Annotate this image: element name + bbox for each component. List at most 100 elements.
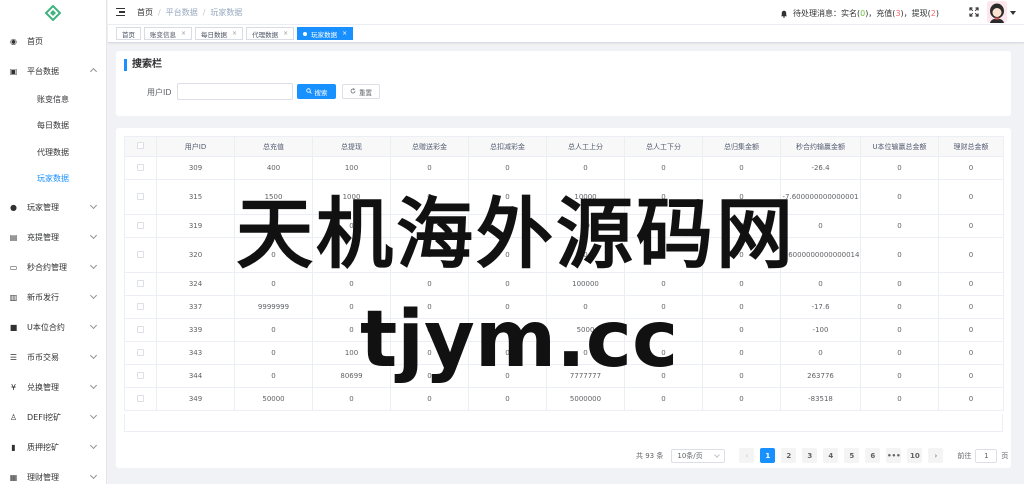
column-header: 理财总金额 [938, 136, 1004, 157]
table-cell: 263776 [780, 364, 861, 388]
sidebar-subitem-1[interactable]: 每日数据 [0, 113, 106, 140]
page-button[interactable]: 1 [760, 448, 776, 463]
sidebar-item-10[interactable]: ▮ 质押挖矿 [0, 432, 106, 462]
sidebar-item-7[interactable]: ☰ 币币交易 [0, 342, 106, 372]
pagination-total: 共 93 条 [636, 451, 664, 460]
sidebar-item-5[interactable]: ▥ 新币发行 [0, 282, 106, 312]
close-icon[interactable]: × [283, 30, 288, 37]
tag-label: 代理数据 [252, 30, 279, 39]
page-button[interactable]: 5 [844, 448, 860, 463]
page-button[interactable]: 2 [781, 448, 797, 463]
table-cell: 0 [390, 387, 469, 411]
active-dot [303, 31, 308, 36]
table-cell: 0 [860, 295, 939, 319]
page-button[interactable]: 3 [802, 448, 818, 463]
page-button[interactable]: 6 [865, 448, 881, 463]
chevron-down-icon [89, 261, 98, 270]
table-row[interactable]: 309 400 100 0 0 0 0 0 -26.4 0 0 [124, 156, 1004, 180]
table-cell: -83518 [780, 387, 861, 411]
user-id-input[interactable] [177, 83, 293, 100]
wallet-icon: ▤ [9, 232, 18, 242]
table-cell: 0 [938, 237, 1004, 273]
column-header: 用户ID [156, 136, 235, 157]
sidebar-item-0[interactable]: ◉ 首页 [0, 26, 106, 56]
tag-4[interactable]: 玩家数据 × [297, 27, 354, 40]
table-row[interactable]: 349 50000 0 0 0 5000000 0 0 -83518 0 0 [124, 387, 1004, 411]
page-button[interactable]: 10 [907, 448, 923, 463]
table-cell: 0 [938, 318, 1004, 342]
table-cell: 0 [702, 156, 781, 180]
next-page-button[interactable]: › [928, 448, 944, 463]
row-checkbox[interactable] [137, 302, 144, 310]
chevron-down-icon [714, 451, 721, 458]
sidebar-item-9[interactable]: ♙ DEFI挖矿 [0, 402, 106, 432]
row-checkbox[interactable] [137, 192, 144, 200]
row-checkbox[interactable] [137, 371, 144, 379]
table-cell: 0 [624, 387, 703, 411]
reset-button[interactable]: 重置 [342, 84, 380, 99]
logo[interactable] [0, 0, 106, 26]
row-checkbox[interactable] [137, 394, 144, 402]
tag-2[interactable]: 每日数据 × [195, 27, 244, 40]
chevron-down-icon [89, 411, 98, 420]
sidebar-menu: ◉ 首页 ▣ 平台数据 账变信息 每日数据 代理数据 玩家数据 ● 玩家管理 ▤ 充提管理 ▭ 秒合约管理… [0, 26, 106, 484]
select-all-checkbox[interactable] [137, 142, 144, 149]
page-size-select[interactable]: 10条/页 [671, 448, 726, 463]
sidebar-item-2[interactable]: ● 玩家管理 [0, 192, 106, 222]
more-pages-button[interactable]: ••• [886, 448, 902, 463]
hamburger-icon[interactable] [116, 8, 125, 16]
close-icon[interactable]: × [181, 30, 186, 37]
goto-unit: 页 [1001, 451, 1009, 460]
table-cell: 315 [156, 179, 235, 215]
sidebar-item-3[interactable]: ▤ 充提管理 [0, 222, 106, 252]
sidebar-item-6[interactable]: ■ U本位合约 [0, 312, 106, 342]
table-cell: 0 [702, 318, 781, 342]
row-checkbox[interactable] [137, 250, 144, 258]
tag-1[interactable]: 账变信息 × [144, 27, 193, 40]
row-checkbox[interactable] [137, 279, 144, 287]
reset-button-label: 重置 [359, 88, 372, 97]
defi-icon: ♙ [9, 412, 18, 422]
table-cell: 0 [938, 341, 1004, 365]
table-cell: 0 [938, 272, 1004, 296]
tag-label: 每日数据 [201, 30, 228, 39]
watermark-url: tjym.cc [360, 295, 679, 385]
sidebar-item-1[interactable]: ▣ 平台数据 [0, 56, 106, 86]
row-checkbox[interactable] [137, 325, 144, 333]
table-cell: 0 [938, 214, 1004, 238]
notice-mid2: )，提现( [900, 9, 931, 18]
table-cell: 0 [780, 341, 861, 365]
table-cell: 0 [624, 156, 703, 180]
sidebar-item-8[interactable]: ¥ 兑换管理 [0, 372, 106, 402]
table-header-row: 用户ID 总充值 总提现 总赠送彩金 总扣减彩金 总人工上分 总人工下分 总归集金额 秒合约输赢… [124, 136, 1004, 157]
goto-page-input[interactable]: 1 [975, 448, 998, 463]
pagination: 共 93 条 10条/页 ‹ 1 2 3 4 5 6 ••• 10 › 前往 1 页 [636, 448, 1008, 463]
prev-page-button[interactable]: ‹ [739, 448, 755, 463]
sidebar-item-11[interactable]: ▦ 理财管理 [0, 462, 106, 484]
breadcrumb-item-home[interactable]: 首页 [137, 7, 153, 18]
row-checkbox[interactable] [137, 163, 144, 171]
sidebar-item-4[interactable]: ▭ 秒合约管理 [0, 252, 106, 282]
breadcrumb-item-platform: 平台数据 [165, 7, 198, 17]
sidebar-subitem-3[interactable]: 玩家数据 [0, 166, 106, 193]
page-button[interactable]: 4 [823, 448, 839, 463]
avatar[interactable] [987, 1, 1007, 23]
sidebar-subitem-2[interactable]: 代理数据 [0, 139, 106, 166]
sidebar-item-label: 玩家管理 [27, 202, 59, 212]
u-contract-icon: ■ [9, 322, 18, 332]
column-header: 总扣减彩金 [468, 136, 547, 157]
row-select-cell [124, 272, 157, 296]
row-select-cell [124, 237, 157, 273]
row-checkbox[interactable] [137, 221, 144, 229]
tag-3[interactable]: 代理数据 × [246, 27, 295, 40]
row-checkbox[interactable] [137, 348, 144, 356]
pending-notice[interactable]: 待处理消息：实名(0)，充值(3)，提现(2) [780, 8, 939, 19]
contract-icon: ▭ [9, 262, 18, 272]
close-icon[interactable]: × [342, 30, 347, 37]
close-icon[interactable]: × [232, 30, 237, 37]
tag-0[interactable]: 首页 [116, 27, 141, 40]
fullscreen-icon[interactable] [969, 7, 979, 17]
sidebar-subitem-0[interactable]: 账变信息 [0, 86, 106, 113]
caret-down-icon[interactable] [1010, 11, 1016, 15]
search-button[interactable]: 搜索 [297, 84, 336, 99]
